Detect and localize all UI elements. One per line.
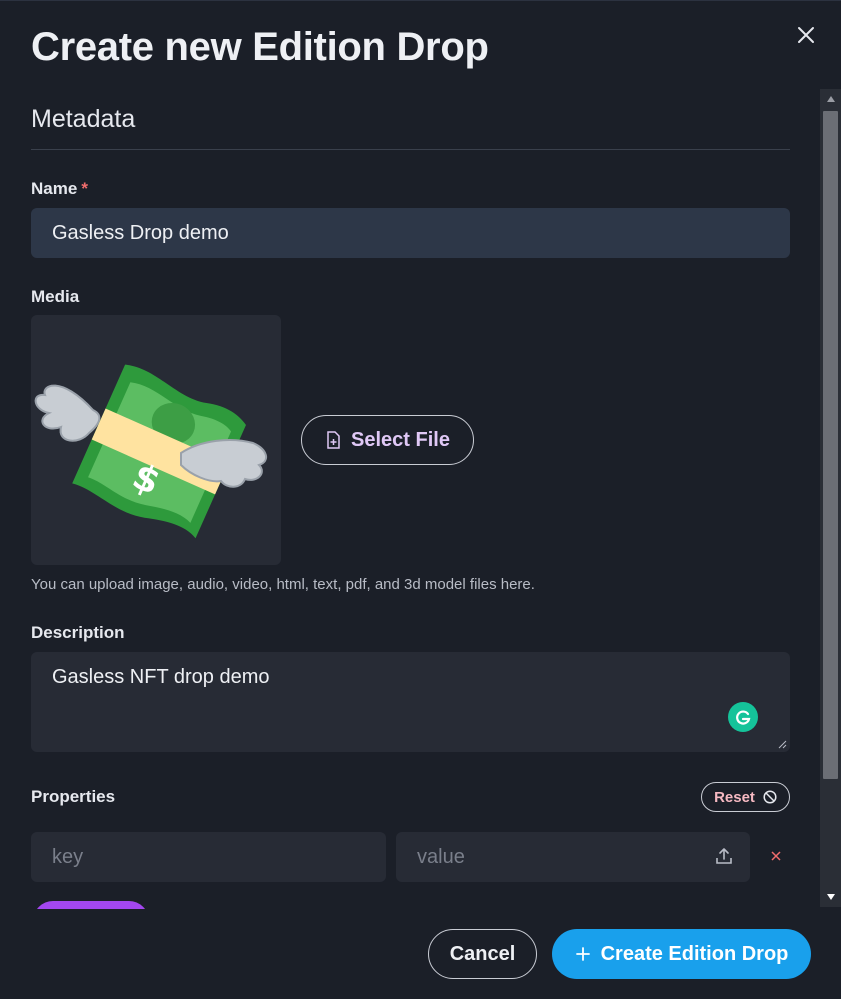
name-label: Name * <box>31 179 88 199</box>
reset-label: Reset <box>714 788 755 806</box>
scroll-up-arrow[interactable] <box>820 89 841 109</box>
properties-label: Properties <box>31 787 116 806</box>
name-label-text: Name <box>31 179 78 198</box>
resize-handle-icon[interactable] <box>777 739 787 749</box>
create-edition-drop-button[interactable]: Create Edition Drop <box>552 929 811 979</box>
triangle-up-icon <box>826 96 835 102</box>
scrollbar[interactable] <box>820 89 841 907</box>
scroll-down-arrow[interactable] <box>820 887 841 907</box>
name-input-value: Gasless Drop demo <box>52 221 229 244</box>
triangle-down-icon <box>826 894 835 900</box>
plus-icon <box>575 947 590 961</box>
metadata-section-title: Metadata <box>31 105 136 133</box>
ban-icon <box>763 790 777 804</box>
create-label: Create Edition Drop <box>600 942 789 965</box>
reset-button[interactable]: Reset <box>701 782 790 812</box>
close-small-icon <box>771 851 781 861</box>
section-divider <box>31 149 790 150</box>
form-scroll-area[interactable]: Metadata Name* Gasless Drop demo Media <box>0 89 820 909</box>
cancel-button[interactable]: Cancel <box>428 929 537 979</box>
property-value-placeholder: value <box>417 845 465 868</box>
grammarly-icon <box>736 710 751 725</box>
modal-title: Create new Edition Drop <box>31 25 489 69</box>
description-textarea[interactable]: Gasless NFT drop demo <box>31 652 790 752</box>
add-property-button[interactable] <box>33 901 149 909</box>
upload-icon[interactable] <box>714 846 734 866</box>
description-value: Gasless NFT drop demo <box>52 666 270 688</box>
description-label: Description <box>31 623 125 642</box>
select-file-button[interactable]: Select File <box>301 415 474 465</box>
create-edition-drop-modal: Create new Edition Drop Metadata Name * G… <box>0 0 841 999</box>
close-button[interactable] <box>794 23 818 47</box>
property-key-input[interactable]: key <box>31 832 386 882</box>
scrollbar-thumb[interactable] <box>823 111 838 779</box>
file-plus-icon <box>327 431 340 449</box>
media-preview[interactable]: $ <box>31 315 281 565</box>
media-label: Media <box>31 287 80 306</box>
required-mark: * <box>81 179 88 198</box>
property-key-placeholder: key <box>52 845 84 868</box>
remove-property-button[interactable] <box>767 847 785 865</box>
media-hint: You can upload image, audio, video, html… <box>31 576 535 593</box>
name-input[interactable]: Gasless Drop demo <box>31 208 790 258</box>
grammarly-button[interactable] <box>728 702 758 732</box>
property-value-input[interactable]: value <box>396 832 750 882</box>
money-with-wings-icon: $ <box>34 364 268 539</box>
select-file-label: Select File <box>351 428 450 451</box>
close-icon <box>798 27 814 43</box>
